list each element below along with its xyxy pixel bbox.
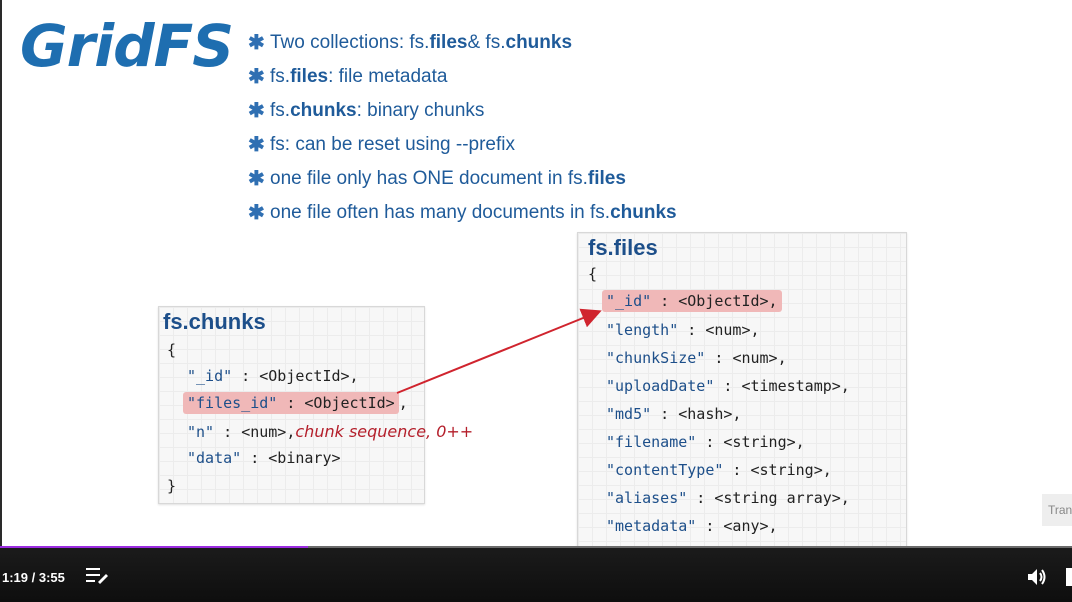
volume-icon[interactable] [1028, 568, 1048, 586]
player-controls [0, 548, 1072, 602]
playlist-icon[interactable] [86, 566, 110, 586]
transcript-tab[interactable]: Tran [1042, 494, 1072, 526]
reference-arrow [396, 308, 602, 394]
time-display: 1:19 / 3:55 [2, 570, 65, 585]
slide: GridFS ✱ Two collections: fs. files & fs. c… [0, 0, 1072, 576]
fullscreen-icon[interactable] [1066, 568, 1072, 586]
